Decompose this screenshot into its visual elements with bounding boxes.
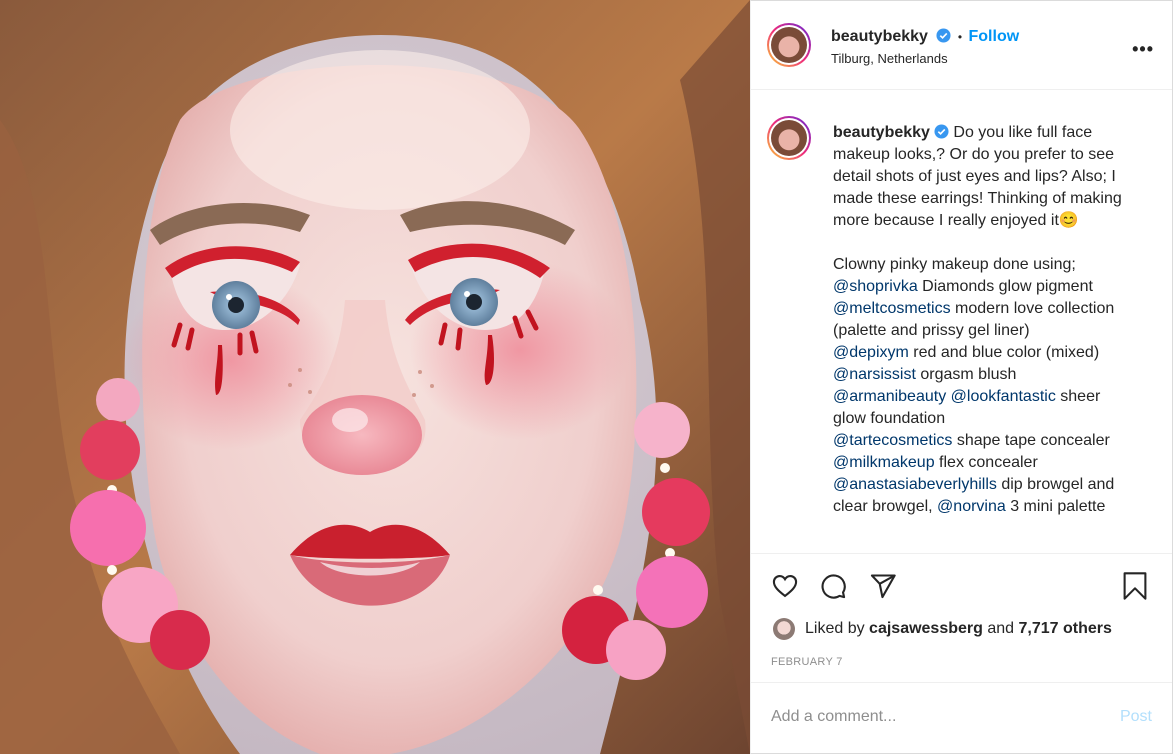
post-panel: beautybekky • Follow Tilburg, Netherland… xyxy=(750,0,1173,754)
caption-fragment: flex concealer xyxy=(934,454,1038,471)
liked-user[interactable]: cajsawessberg xyxy=(869,620,983,638)
post-header: beautybekky • Follow Tilburg, Netherland… xyxy=(751,1,1172,90)
more-options-button[interactable]: ••• xyxy=(1132,39,1154,60)
mention-link[interactable]: @milkmakeup xyxy=(833,454,935,471)
follow-button[interactable]: Follow xyxy=(969,28,1020,45)
liked-and: and xyxy=(987,620,1015,637)
caption-intro: Clowny pinky makeup done using; xyxy=(833,256,1076,273)
mention-link[interactable]: @meltcosmetics xyxy=(833,300,951,317)
post-date[interactable]: FEBRUARY 7 xyxy=(771,656,843,668)
mention-link[interactable]: @shoprivka xyxy=(833,278,918,295)
verified-badge-icon xyxy=(936,28,951,43)
mention-link[interactable]: @depixym xyxy=(833,344,909,361)
post-location[interactable]: Tilburg, Netherlands xyxy=(831,51,948,66)
smile-emoji: 😊 xyxy=(1058,212,1079,229)
caption-fragment: Diamonds glow pigment xyxy=(917,278,1093,295)
author-username[interactable]: beautybekky xyxy=(831,28,928,45)
caption-fragment: shape tape concealer xyxy=(952,432,1110,449)
liker-avatar[interactable] xyxy=(773,618,795,640)
portrait-photo xyxy=(0,0,750,754)
caption-fragment: red and blue color (mixed) xyxy=(908,344,1100,361)
post-actions: Liked by cajsawessberg and 7,717 others … xyxy=(751,553,1172,682)
caption-avatar[interactable] xyxy=(767,116,811,160)
paper-plane-icon[interactable] xyxy=(869,572,897,600)
heart-icon[interactable] xyxy=(771,572,799,600)
caption-text: beautybekky Do you like full face makeup… xyxy=(833,122,1133,518)
likes-summary[interactable]: Liked by cajsawessberg and 7,717 others xyxy=(773,618,1112,640)
mention-link[interactable]: @tartecosmetics xyxy=(833,432,952,449)
liked-count[interactable]: 7,717 others xyxy=(1019,620,1112,638)
verified-badge-icon xyxy=(934,124,949,139)
mention-link[interactable]: @armanibeauty xyxy=(833,388,946,405)
comment-icon[interactable] xyxy=(819,572,847,600)
liked-prefix: Liked by xyxy=(805,620,865,637)
author-avatar[interactable] xyxy=(767,23,811,67)
mention-link[interactable]: @lookfantastic xyxy=(951,388,1056,405)
bookmark-icon[interactable] xyxy=(1121,571,1149,601)
post-comment-button[interactable]: Post xyxy=(1120,708,1152,726)
comment-input[interactable]: Add a comment... xyxy=(771,708,896,726)
post-photo[interactable] xyxy=(0,0,750,754)
caption-fragment: orgasm blush xyxy=(915,366,1017,383)
mention-link[interactable]: @anastasiabeverlyhills xyxy=(833,476,997,493)
mention-link[interactable]: @norvina xyxy=(937,498,1006,515)
comment-bar: Add a comment... Post xyxy=(751,682,1172,754)
separator-dot: • xyxy=(957,30,963,44)
caption-fragment: 3 mini palette xyxy=(1005,498,1106,515)
mention-link[interactable]: @narsissist xyxy=(833,366,916,383)
caption-section: beautybekky Do you like full face makeup… xyxy=(751,90,1172,552)
caption-username[interactable]: beautybekky xyxy=(833,124,930,141)
